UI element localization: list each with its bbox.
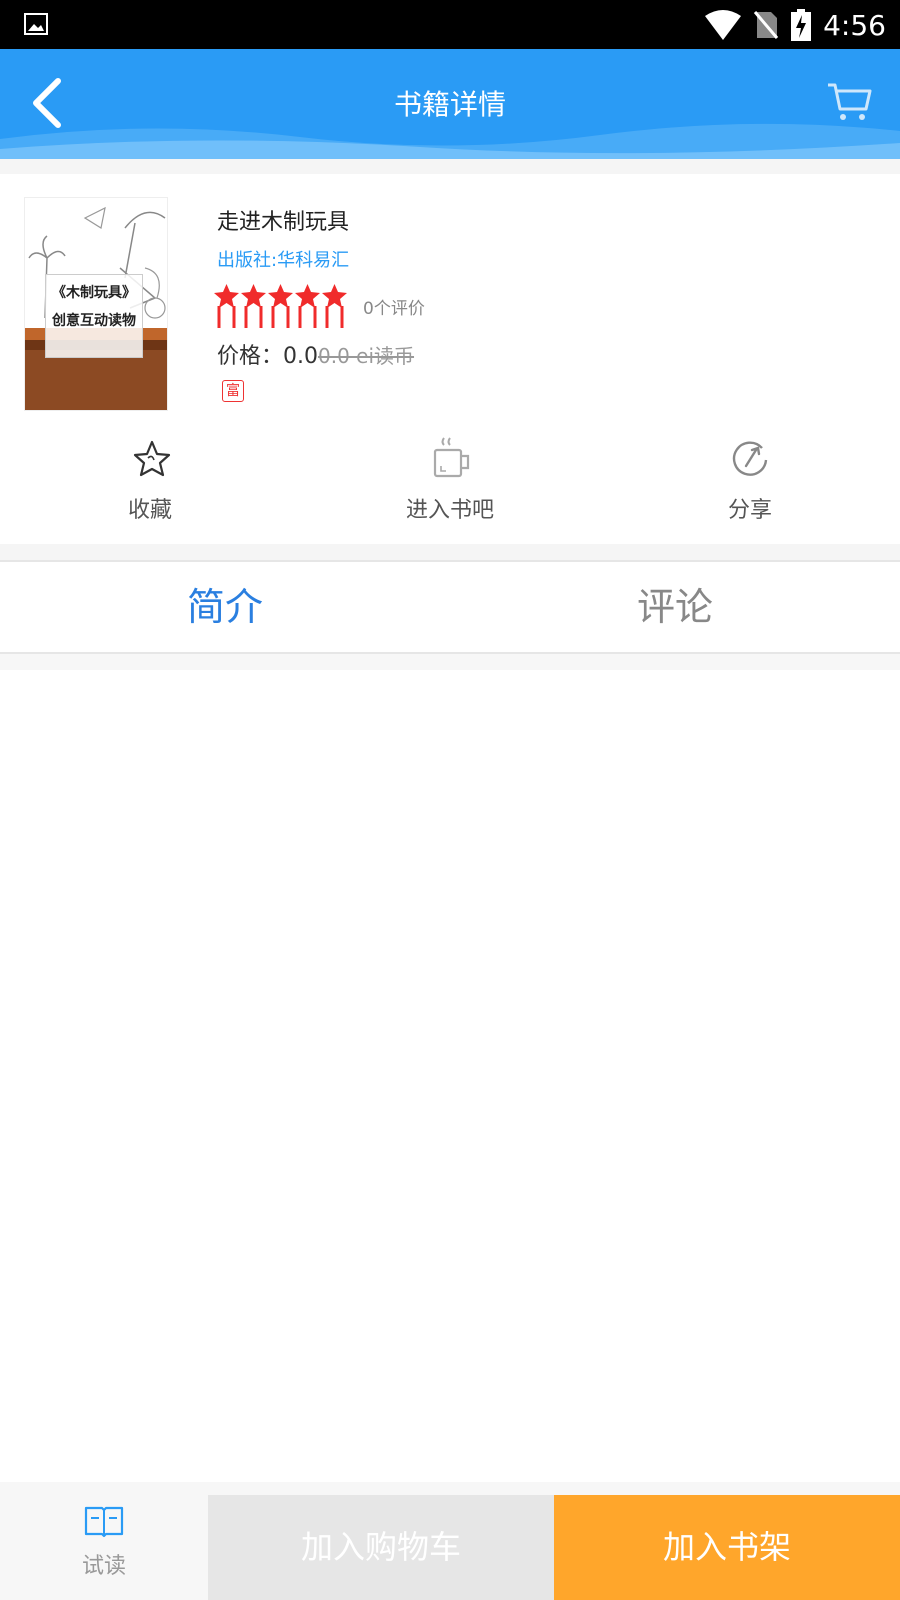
favorite-label: 收藏 [127,498,172,523]
open-book-icon [84,1506,124,1538]
enter-book-bar-button[interactable]: 进入书吧 [300,426,600,536]
price-original: 0.0 ei读币 [318,344,415,368]
star-filled-icon [241,284,266,328]
add-to-cart-button[interactable]: 加入购物车 [208,1495,554,1600]
try-read-label: 试读 [81,1554,126,1579]
tab-intro[interactable]: 简介 [0,562,450,652]
detail-tabs: 简介 评论 [0,562,900,654]
favorite-button[interactable]: 收藏 [0,426,300,536]
share-icon [732,441,768,476]
tab-comments[interactable]: 评论 [450,562,900,652]
book-title: 走进木制玩具 [217,210,350,235]
battery-charging-icon [791,9,812,41]
rating-count[interactable]: 0个评价 [363,294,425,319]
image-notification-icon [24,13,48,35]
book-price: 价格：0.00.0 ei读币 [217,338,414,370]
book-publisher[interactable]: 出版社:华科易汇 [217,246,617,272]
wifi-icon [705,10,742,40]
enter-book-bar-label: 进入书吧 [405,498,494,523]
share-label: 分享 [727,498,772,523]
share-button[interactable]: 分享 [600,426,900,536]
cover-title-line2: 创意互动读物 [52,313,136,329]
book-action-row: 收藏 进入书吧 分享 [0,426,900,536]
star-filled-icon [268,284,293,328]
star-filled-icon [322,284,347,328]
cart-icon[interactable] [826,79,872,123]
header-wave-decoration [0,123,900,159]
add-to-shelf-button[interactable]: 加入书架 [554,1495,900,1600]
page-title: 书籍详情 [393,88,506,121]
status-bar: 4:56 [0,0,900,49]
rich-media-badge: 富 [222,380,244,402]
cover-title-line1: 《木制玩具》 [52,285,136,301]
book-info-card: 《木制玩具》 创意互动读物 走进木制玩具 出版社:华科易汇 0个评价 价格：0.… [0,174,900,544]
rating-stars [213,282,353,330]
star-filled-icon [214,284,239,328]
tab-content-area [0,670,900,1482]
try-read-button[interactable]: 试读 [0,1482,208,1600]
book-cover-image[interactable]: 《木制玩具》 创意互动读物 [24,197,168,411]
coffee-cup-icon [433,437,470,478]
bottom-action-bar: 试读 加入购物车 加入书架 [0,1482,900,1600]
star-filled-icon [295,284,320,328]
app-header: 书籍详情 [0,49,900,159]
section-divider [0,544,900,562]
section-divider [0,654,900,670]
cover-title-box: 《木制玩具》 创意互动读物 [45,274,143,358]
no-sim-icon [753,11,779,39]
section-divider [0,159,900,174]
price-current: 价格：0.0 [217,344,318,369]
status-time: 4:56 [823,8,886,42]
star-outline-icon [133,440,171,477]
